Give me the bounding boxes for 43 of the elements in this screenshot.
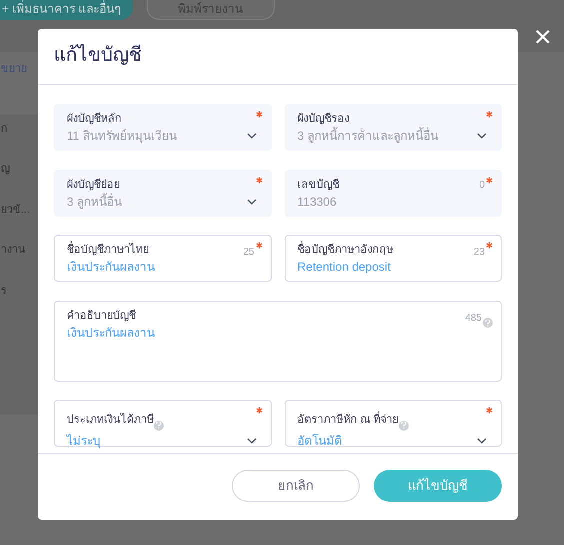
select-field[interactable]: ผังบัญชีย่อย 3 ลูกหนี้อื่น [54,170,272,217]
select-field[interactable]: ผังบัญชีหลัก 11 สินทรัพย์หมุนเวียน [54,104,272,151]
chevron-down-icon [246,438,256,444]
field-label: ผังบัญชีรอง [298,112,350,127]
field-value: 11 สินทรัพย์หมุนเวียน [67,128,177,145]
chevron-down-icon [246,198,256,205]
field-label: เลขบัญชี [298,178,340,193]
help-icon[interactable] [154,420,164,431]
field-value: Retention deposit [298,259,391,276]
field-label: อัตราภาษีหัก ณ ที่จ่าย [298,412,399,428]
field-label: ผังบัญชีย่อย [67,178,120,193]
character-counter: 25 [243,246,254,260]
field-value: เงินประกันผลงาน [67,259,155,276]
field-label: ผังบัญชีหลัก [67,112,122,127]
character-counter: 485 [465,312,482,326]
field-value: ไม่ระบุ [67,433,101,450]
field-label: ชื่อบัญชีภาษาอังกฤษ [298,243,394,258]
help-icon[interactable] [398,420,409,431]
chevron-down-icon [246,133,256,139]
field-value: 113306 [298,194,337,211]
field-value: อัตโนมัติ [298,433,342,450]
field-label: คำอธิบายบัญชี [67,308,136,324]
close-icon[interactable] [534,28,552,46]
chevron-down-icon [477,133,487,139]
character-counter: 23 [474,246,485,260]
field-value: เงินประกันผลงาน [67,324,155,342]
field-label: ชื่อบัญชีภาษาไทย [67,243,149,258]
select-field[interactable]: อัตราภาษีหัก ณ ที่จ่าย อัตโนมัติ [284,400,502,448]
modal-title: แก้ไขบัญชี [54,43,142,68]
field-value: 3 ลูกหนี้การค้าและลูกหนี้อื่น [298,127,439,145]
chevron-down-icon [477,438,487,444]
textarea-field[interactable]: คำอธิบายบัญชี เงินประกันผลงาน 485 [54,300,502,382]
cancel-button[interactable]: ยกเลิก [232,470,360,502]
input-field[interactable]: ชื่อบัญชีภาษาอังกฤษ Retention deposit 23 [284,235,502,282]
select-field[interactable]: ประเภทเงินได้ภาษี ไม่ระบุ [54,400,272,448]
field-label: ประเภทเงินได้ภาษี [67,412,154,428]
background-button[interactable]: + เพิ่มธนาคาร และอื่นๆ [0,0,133,20]
select-field[interactable]: ผังบัญชีรอง 3 ลูกหนี้การค้าและลูกหนี้อื่น [284,104,502,151]
character-counter: 0 [479,178,485,193]
input-field[interactable]: ชื่อบัญชีภาษาไทย เงินประกันผลงาน 25 [54,235,272,282]
input-field[interactable]: เลขบัญชี 113306 0 [284,170,502,217]
help-icon[interactable] [483,318,493,328]
field-value: 3 ลูกหนี้อื่น [67,192,122,211]
